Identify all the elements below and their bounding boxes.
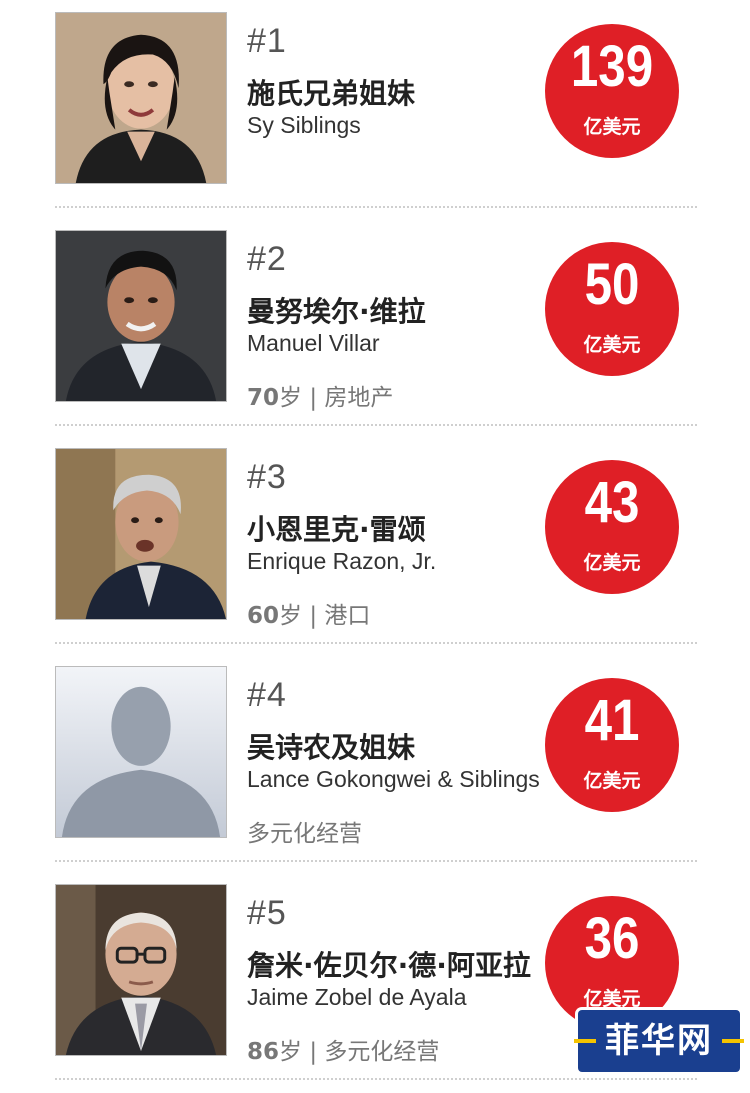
separator: | [302,603,325,629]
ranking-entry-4: #4 吴诗农及姐妹 Lance Gokongwei & Siblings 多元化… [0,654,750,872]
rank-number: #3 [247,458,287,496]
net-worth-value: 36 [584,906,640,971]
ranking-entry-2: #2 曼努埃尔·维拉 Manuel Villar 70岁 | 房地产 50 亿美… [0,218,750,436]
separator: | [302,1039,325,1065]
age-value: 86 [247,1039,280,1065]
divider [55,860,697,862]
age-industry: 86岁 | 多元化经营 [247,1032,439,1066]
age-industry: 60岁 | 港口 [247,596,370,630]
age-value: 60 [247,603,280,629]
watermark-text: 菲华网 [605,1021,713,1061]
age-unit: 岁 [279,1039,303,1065]
net-worth-badge: 139 亿美元 [545,24,679,158]
logo-accent-right [722,1039,744,1043]
english-name: Manuel Villar [247,330,380,356]
net-worth-badge: 43 亿美元 [545,460,679,594]
industry: 港口 [324,603,371,629]
age-unit: 岁 [279,385,303,411]
chinese-name: 吴诗农及姐妹 [247,731,416,764]
net-worth-unit: 亿美元 [583,116,641,138]
separator: | [302,385,325,411]
net-worth-value: 41 [584,688,640,753]
placeholder-silhouette [55,666,227,838]
rank-number: #1 [247,22,287,60]
chinese-name: 小恩里克·雷颂 [247,513,426,546]
rank-number: #5 [247,894,287,932]
industry: 房地产 [324,385,394,411]
net-worth-unit: 亿美元 [583,770,641,792]
portrait-photo [55,12,227,184]
chinese-name: 曼努埃尔·维拉 [247,295,426,328]
english-name: Lance Gokongwei & Siblings [247,766,540,792]
industry: 多元化经营 [247,821,362,847]
industry: 多元化经营 [324,1039,440,1065]
age-industry: 70岁 | 房地产 [247,378,393,412]
portrait-photo [55,230,227,402]
net-worth-value: 139 [570,34,654,99]
net-worth-unit: 亿美元 [583,552,641,574]
english-name: Enrique Razon, Jr. [247,548,437,574]
age-value: 70 [247,385,280,411]
net-worth-value: 43 [584,470,640,535]
english-name: Sy Siblings [247,112,361,138]
logo-accent-left [574,1039,596,1043]
divider [55,424,697,426]
net-worth-unit: 亿美元 [583,334,641,356]
chinese-name: 詹米·佐贝尔·德·阿亚拉 [247,949,531,982]
ranking-entry-1: #1 施氏兄弟姐妹 Sy Siblings 139 亿美元 [0,0,750,218]
portrait-photo [55,448,227,620]
divider [55,642,697,644]
rank-number: #2 [247,240,287,278]
net-worth-unit: 亿美元 [583,988,641,1010]
english-name: Jaime Zobel de Ayala [247,984,467,1010]
ranking-entry-3: #3 小恩里克·雷颂 Enrique Razon, Jr. 60岁 | 港口 4… [0,436,750,654]
site-watermark-logo: 菲华网 [574,1010,744,1072]
net-worth-value: 50 [584,252,640,317]
age-unit: 岁 [279,603,303,629]
age-industry: 多元化经营 [247,814,362,848]
net-worth-badge: 50 亿美元 [545,242,679,376]
divider [55,1078,697,1080]
portrait-photo [55,884,227,1056]
divider [55,206,697,208]
net-worth-badge: 41 亿美元 [545,678,679,812]
rank-number: #4 [247,676,287,714]
chinese-name: 施氏兄弟姐妹 [247,77,416,110]
